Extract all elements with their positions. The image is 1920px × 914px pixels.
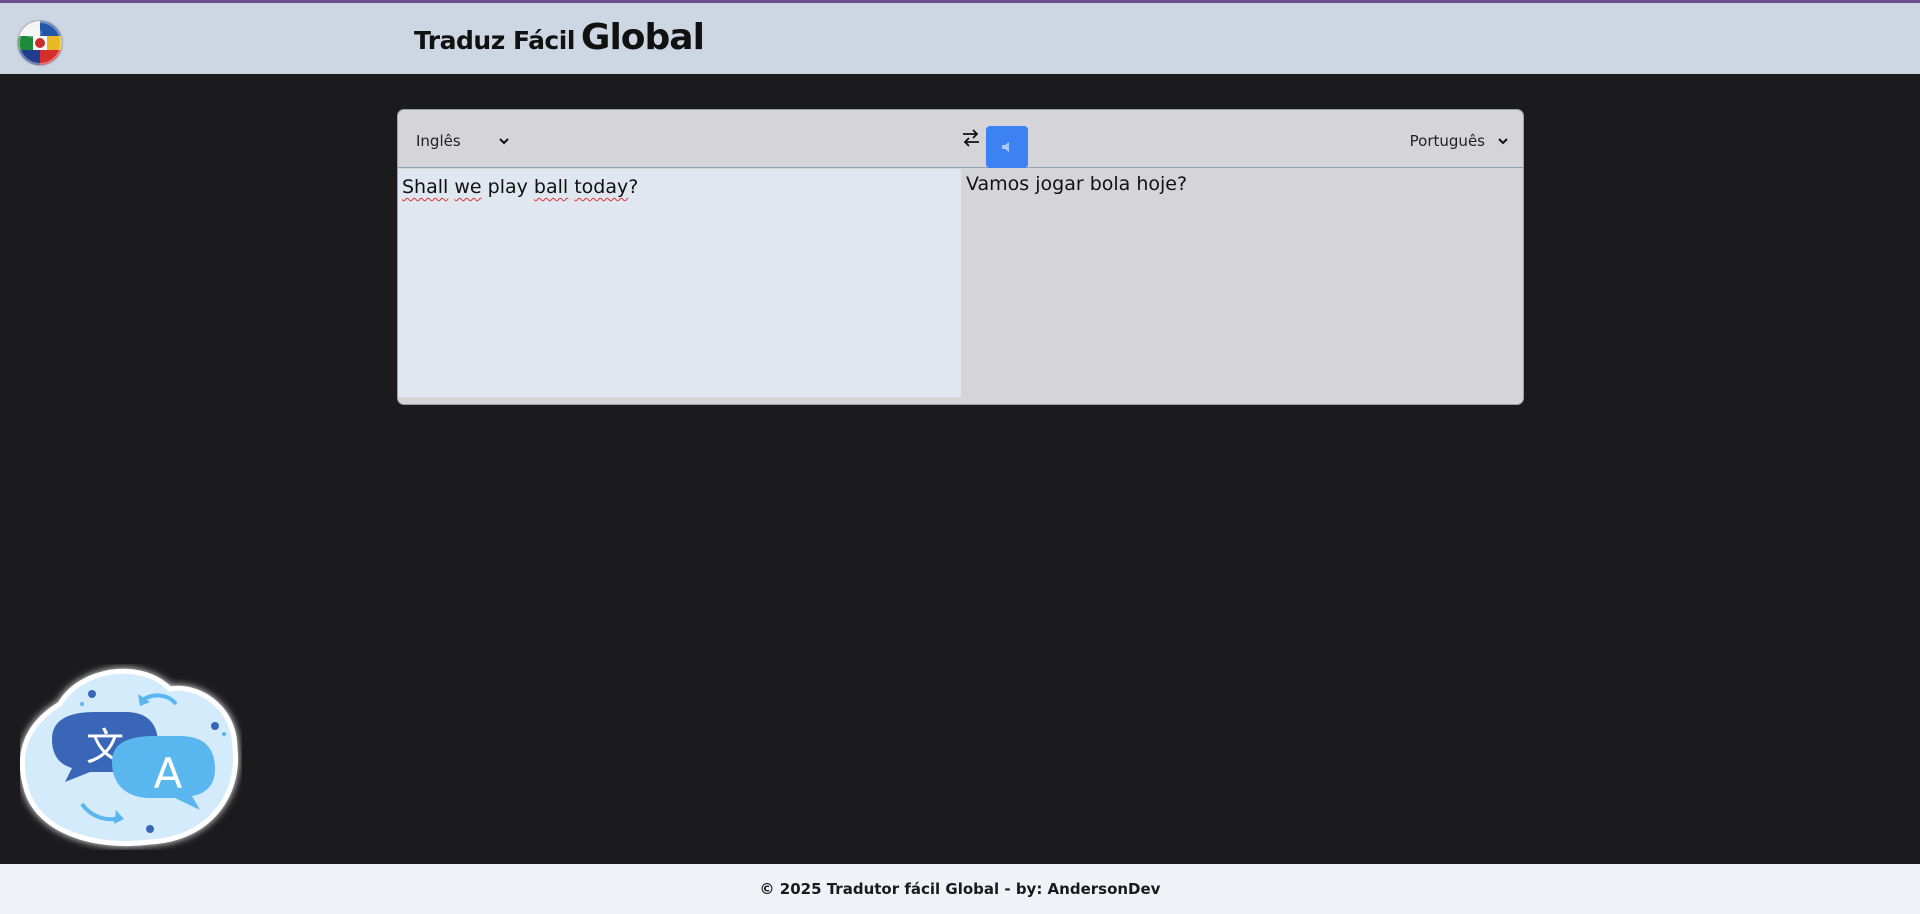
chevron-down-icon [1498,138,1508,145]
speaker-icon [1002,142,1009,152]
flags-globe-icon[interactable] [18,21,62,65]
target-language-select[interactable]: Português [1410,130,1509,152]
translated-text-output: Vamos jogar bola hoje? [961,169,1523,404]
brand-title-big: Global [580,17,705,58]
chevron-down-icon [499,138,509,145]
translate-bubbles-icon: 文 A [19,664,242,850]
translated-text: Vamos jogar bola hoje? [966,173,1188,195]
translator-toolbar: Inglês Português [398,110,1523,168]
source-language-select[interactable]: Inglês [416,130,510,152]
swap-arrows-icon[interactable] [960,127,982,149]
source-language-label: Inglês [416,132,461,150]
app-header: Traduz Fácil Global [0,3,1920,74]
page-footer: © 2025 Tradutor fácil Global - by: Ander… [0,864,1920,914]
source-text-input[interactable]: Shall we play ball today? [398,169,961,397]
brand-title-small: Traduz Fácil [414,26,575,55]
speak-button[interactable] [986,126,1028,168]
target-language-label: Português [1409,132,1485,150]
translate-glyph-right: A [154,749,183,798]
translator-panel: Inglês Português Shall we play ball toda… [397,109,1524,405]
source-text: Shall we play ball today? [402,176,639,198]
footer-text: © 2025 Tradutor fácil Global - by: Ander… [759,880,1161,898]
brand-title: Traduz Fácil Global [414,17,705,63]
